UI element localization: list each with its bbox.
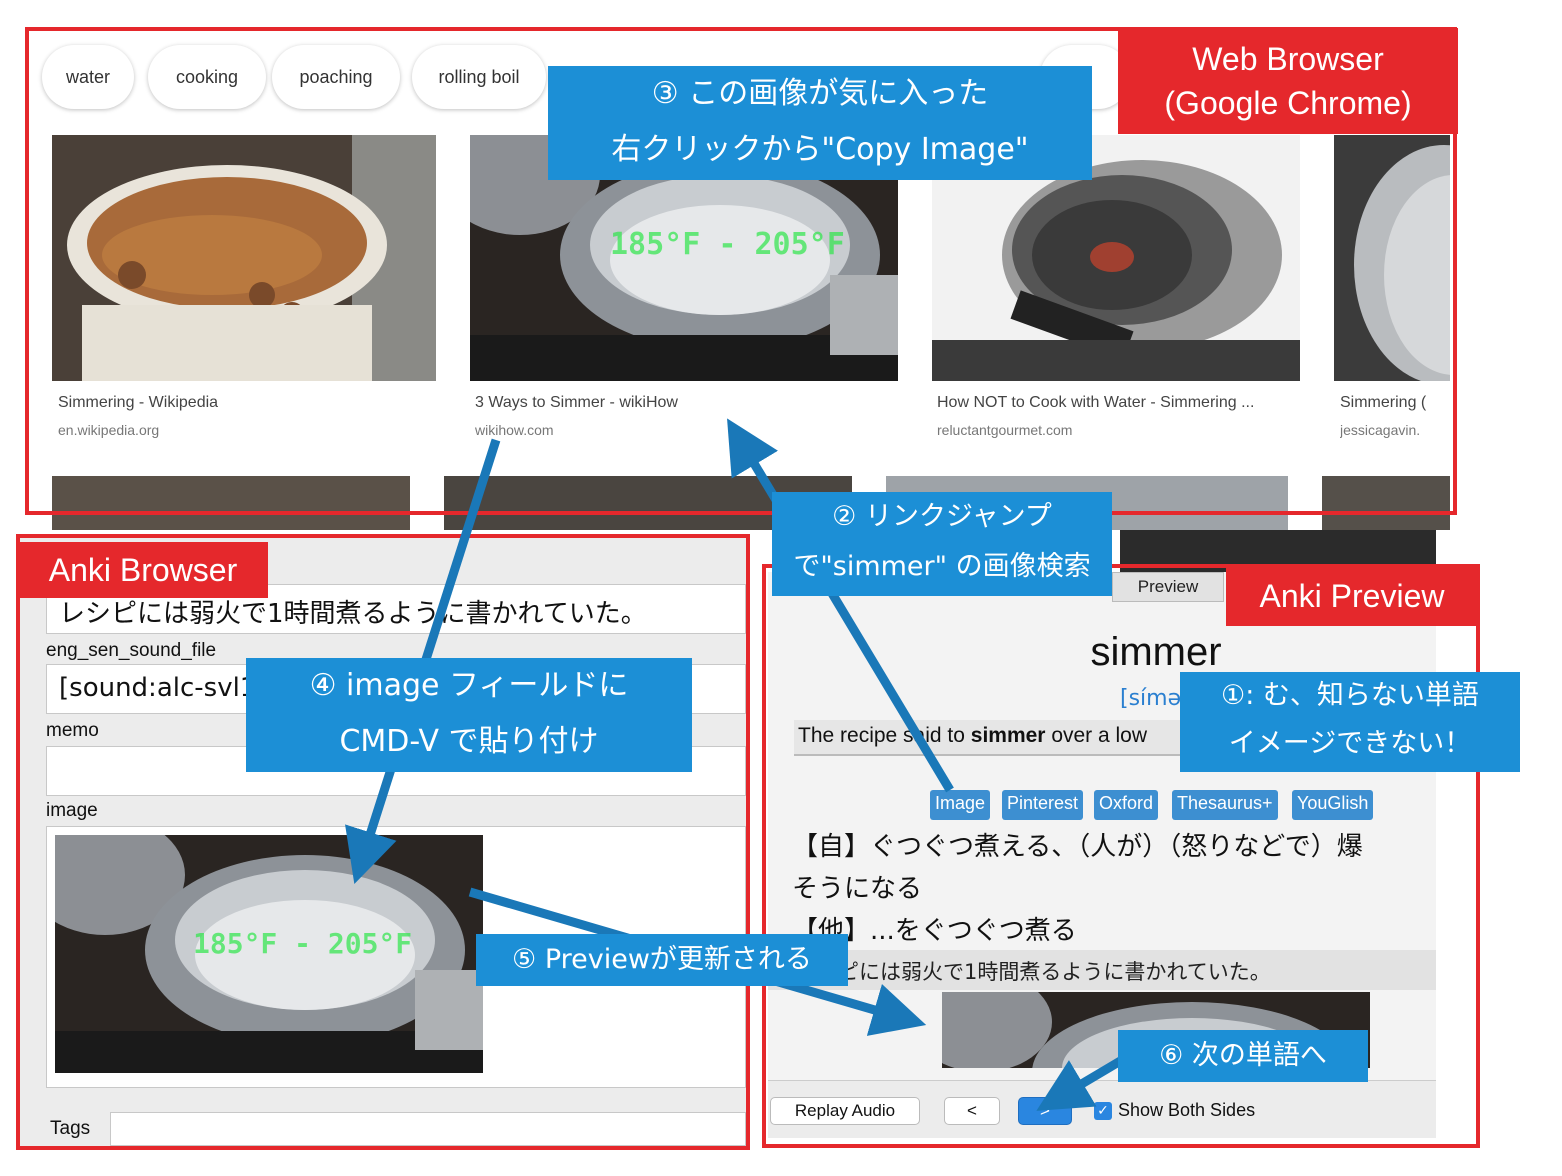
callout-step1: ①: む、知らない単語 イメージできない！ xyxy=(1180,672,1520,772)
callout-step5: ⑤ Previewが更新される xyxy=(476,934,848,986)
callout-step4: ④ image フィールドに CMD-V で貼り付け xyxy=(246,658,692,772)
arrow-step6 xyxy=(1036,1056,1125,1111)
callout-step2: ② リンクジャンプ で"simmer" の画像検索 xyxy=(772,492,1112,596)
arrow-step4 xyxy=(345,438,501,885)
callout-step3: ③ この画像が気に入った 右クリックから"Copy Image" xyxy=(548,66,1092,180)
callout-step6: ⑥ 次の単語へ xyxy=(1118,1030,1368,1082)
